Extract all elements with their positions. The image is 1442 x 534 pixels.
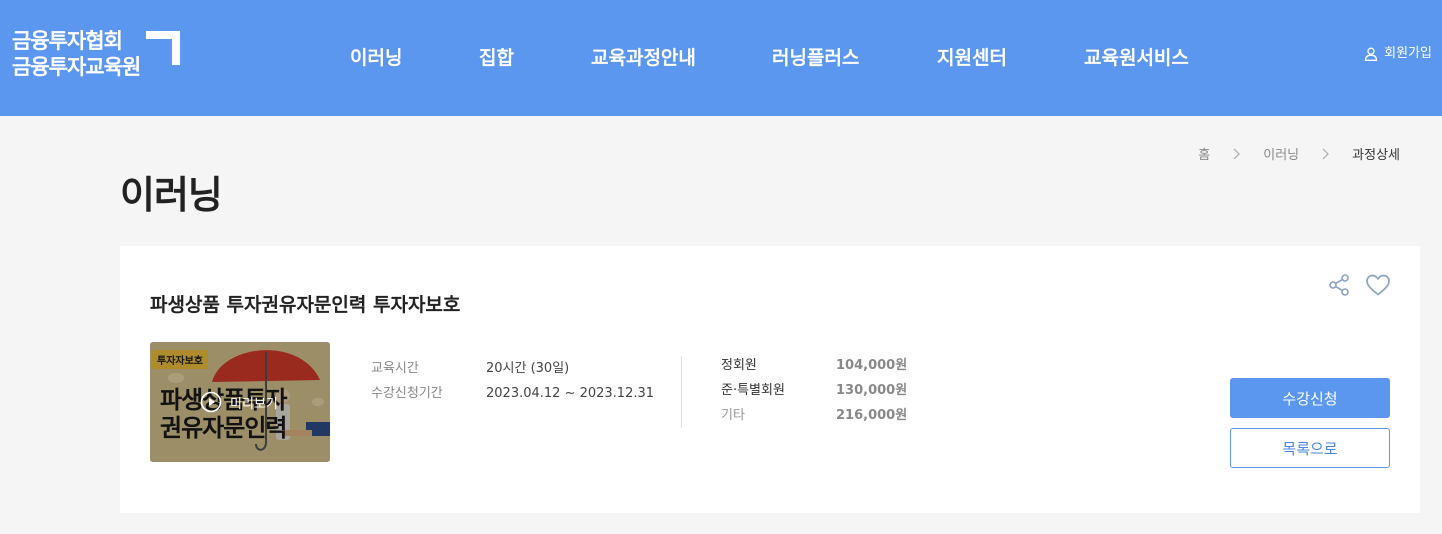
info-label: 교육시간 xyxy=(371,361,419,376)
price-label: 준·특별회원 xyxy=(721,383,785,398)
signup-label: 회원가입 xyxy=(1384,46,1432,61)
back-to-list-button[interactable]: 목록으로 xyxy=(1230,428,1390,468)
share-icon[interactable] xyxy=(1327,273,1351,297)
breadcrumb: 홈 이러닝 과정상세 xyxy=(1198,144,1400,163)
main-nav: 이러닝 집합 교육과정안내 러닝플러스 지원센터 교육원서비스 xyxy=(0,0,1442,116)
chevron-right-icon xyxy=(1233,148,1241,159)
nav-item-support-center[interactable]: 지원센터 xyxy=(937,45,1007,71)
enroll-button[interactable]: 수강신청 xyxy=(1230,378,1390,418)
course-title: 파생상품 투자권유자문인력 투자자보호 xyxy=(150,294,461,316)
signup-link[interactable]: 회원가입 xyxy=(1364,44,1432,64)
price-label: 기타 xyxy=(721,408,745,423)
site-header: 금융투자협회 금융투자교육원 이러닝 집합 교육과정안내 러닝플러스 지원센터 … xyxy=(0,0,1442,116)
preview-button[interactable]: 미리보기 xyxy=(200,391,278,413)
breadcrumb-home[interactable]: 홈 xyxy=(1198,144,1210,163)
page-title: 이러닝 xyxy=(120,173,223,217)
course-thumbnail[interactable]: 투자자보호 파생상품투자 권유자문인력 미리보기 xyxy=(150,342,330,462)
info-divider xyxy=(681,356,682,428)
price-row-regular: 정회원 104,000원 xyxy=(721,353,907,378)
price-label: 정회원 xyxy=(721,358,757,373)
nav-item-course-guide[interactable]: 교육과정안내 xyxy=(591,45,696,71)
preview-label: 미리보기 xyxy=(230,396,278,412)
nav-item-elearning[interactable]: 이러닝 xyxy=(350,45,402,71)
price-value: 130,000원 xyxy=(836,383,908,398)
nav-item-services[interactable]: 교육원서비스 xyxy=(1084,45,1189,71)
nav-item-learning-plus[interactable]: 러닝플러스 xyxy=(772,45,859,71)
chevron-right-icon xyxy=(1322,148,1330,159)
course-info: 교육시간 20시간 (30일) 수강신청기간 2023.04.12 ~ 2023… xyxy=(371,356,654,406)
price-row-associate: 준·특별회원 130,000원 xyxy=(721,378,907,403)
info-row-period: 수강신청기간 2023.04.12 ~ 2023.12.31 xyxy=(371,381,654,406)
info-value: 20시간 (30일) xyxy=(486,361,570,376)
price-value: 104,000원 xyxy=(836,358,908,373)
play-icon xyxy=(200,391,222,413)
price-row-other: 기타 216,000원 xyxy=(721,403,907,428)
user-icon xyxy=(1365,47,1378,61)
breadcrumb-elearning[interactable]: 이러닝 xyxy=(1263,144,1299,163)
heart-icon[interactable] xyxy=(1365,273,1391,297)
breadcrumb-course-detail: 과정상세 xyxy=(1352,148,1400,163)
price-list: 정회원 104,000원 준·특별회원 130,000원 기타 216,000원 xyxy=(721,353,907,428)
info-value: 2023.04.12 ~ 2023.12.31 xyxy=(486,386,655,401)
price-value: 216,000원 xyxy=(836,408,908,423)
info-label: 수강신청기간 xyxy=(371,386,443,401)
info-row-duration: 교육시간 20시간 (30일) xyxy=(371,356,654,381)
nav-item-classroom[interactable]: 집합 xyxy=(479,45,514,71)
course-card: 파생상품 투자권유자문인력 투자자보호 투자자보호 파생상품투자 권유자문인력 xyxy=(120,246,1420,513)
